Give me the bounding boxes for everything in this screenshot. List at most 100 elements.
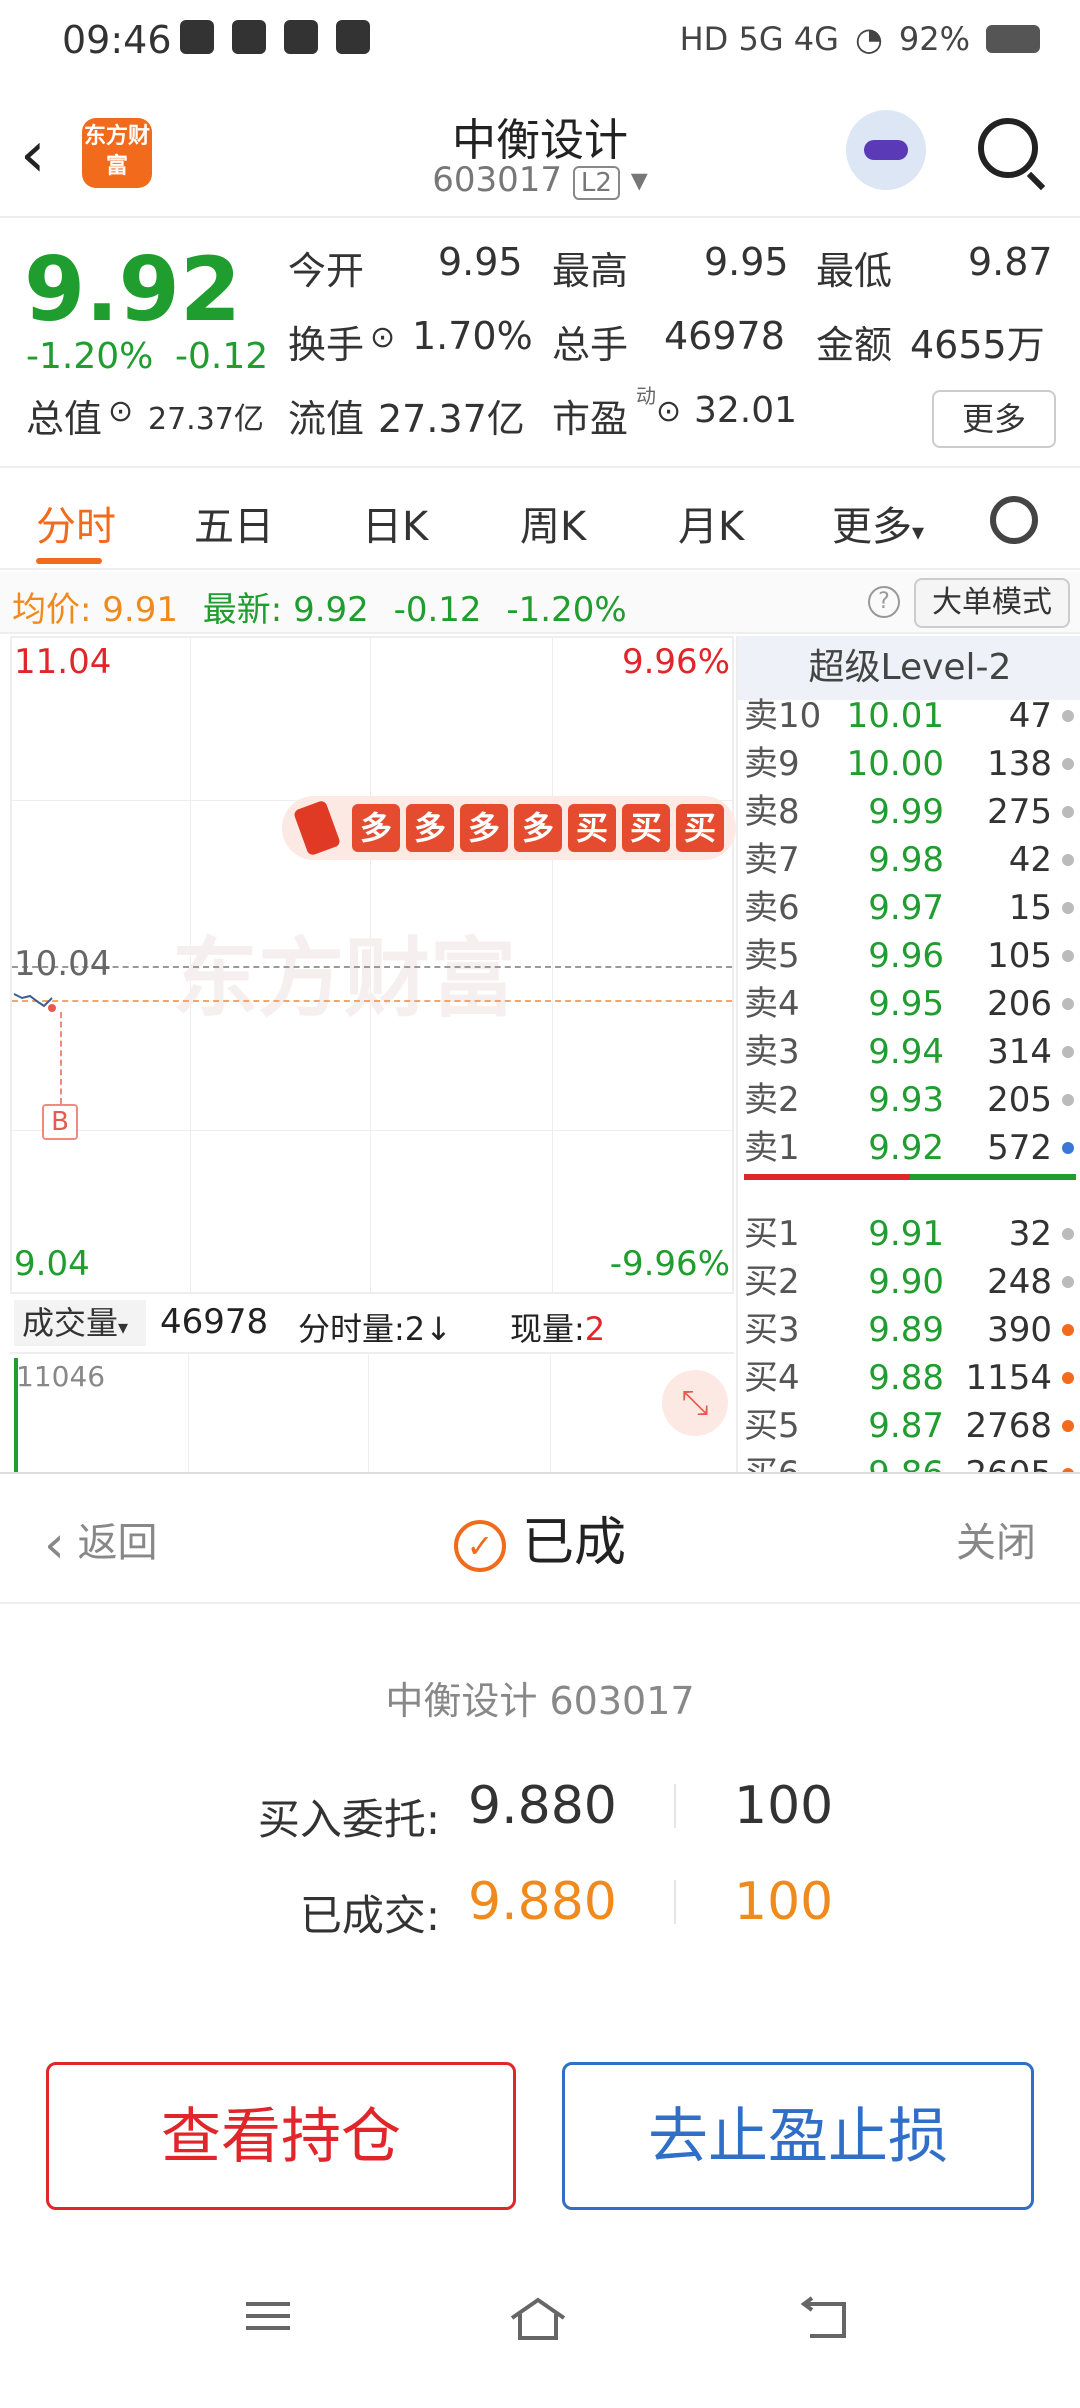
turnover-value: 1.70% <box>412 314 533 358</box>
ask-volume: 275 <box>987 792 1052 832</box>
order-dot <box>1062 1046 1074 1058</box>
dialog-title-text: 已成 <box>521 1513 626 1573</box>
bid-row[interactable]: 买2 9.90 248 <box>744 1258 1076 1306</box>
ask-level: 卖5 <box>744 936 800 976</box>
app-icon <box>180 20 214 54</box>
menu-icon[interactable] <box>244 2296 294 2336</box>
dialog-stock: 中衡设计 603017 <box>385 1679 695 1723</box>
change-amount: -0.12 <box>175 336 269 377</box>
expand-icon[interactable]: ⤡ <box>662 1370 728 1436</box>
back-nav-icon[interactable] <box>800 2296 850 2340</box>
stock-code: 603017 <box>432 160 563 200</box>
intraday-chart[interactable]: 东方财富 11.04 9.96% 10.04 B 多 多 多 多 买 买 买 9… <box>10 636 736 1294</box>
info-icon[interactable]: ⊙ <box>108 394 133 429</box>
prev-close-price: 10.04 <box>14 944 112 984</box>
pe-label: 市盈 <box>552 397 629 441</box>
quote-panel: 9.92 -1.20% -0.12 今开 9.95 最高 9.95 最低 9.8… <box>0 218 1080 468</box>
info-icon[interactable]: ⊙ <box>656 394 681 429</box>
ask-row[interactable]: 卖4 9.95 206 <box>744 980 1076 1028</box>
gear-icon[interactable] <box>990 496 1038 544</box>
network-indicator: HD 5G 4G <box>679 20 839 58</box>
info-icon[interactable]: ⊙ <box>370 320 395 355</box>
divider <box>674 1880 676 1924</box>
ask-row[interactable]: 卖5 9.96 105 <box>744 932 1076 980</box>
ask-row[interactable]: 卖2 9.93 205 <box>744 1076 1076 1124</box>
tab-daily-k[interactable]: 日K <box>362 494 428 552</box>
latest-percent: -1.20% <box>506 590 627 630</box>
order-result-dialog: ‹ 返回 ✓ 已成 关闭 中衡设计 603017 买入委托: 9.880 100 … <box>0 1472 1080 2408</box>
y-min-price: 9.04 <box>14 1244 90 1284</box>
app-icon <box>336 20 370 54</box>
ask-row[interactable]: 卖8 9.99 275 <box>744 788 1076 836</box>
banner-char: 多 <box>406 804 454 852</box>
firecracker-icon <box>292 799 342 857</box>
big-order-mode-button[interactable]: 大单模式 <box>914 578 1070 628</box>
y-max-price: 11.04 <box>14 642 112 682</box>
robot-assistant-avatar[interactable] <box>846 110 926 190</box>
tab-weekly-k[interactable]: 周K <box>520 494 586 552</box>
pe-dynamic-mark: 动 <box>636 384 656 408</box>
tab-5day[interactable]: 五日 <box>194 494 274 552</box>
bid-row[interactable]: 买1 9.91 32 <box>744 1210 1076 1258</box>
active-tab-indicator <box>36 558 102 564</box>
view-position-button[interactable]: 查看持仓 <box>46 2062 516 2210</box>
tab-intraday[interactable]: 分时 <box>36 494 116 552</box>
bid-row[interactable]: 买5 9.87 2768 <box>744 1402 1076 1450</box>
ask-row[interactable]: 卖1 9.92 572 <box>744 1124 1076 1172</box>
ask-volume: 105 <box>987 936 1052 976</box>
volume-header: 成交量▾ 46978 分时量:2↓ 现量:2 <box>10 1294 734 1354</box>
promo-banner[interactable]: 多 多 多 多 买 买 买 <box>282 796 736 860</box>
bid-row[interactable]: 买4 9.88 1154 <box>744 1354 1076 1402</box>
y-max-percent: 9.96% <box>621 642 730 682</box>
ask-row[interactable]: 卖6 9.97 15 <box>744 884 1076 932</box>
order-quantity: 100 <box>734 1776 834 1836</box>
banner-char: 多 <box>352 804 400 852</box>
tab-monthly-k[interactable]: 月K <box>678 494 744 552</box>
ask-level: 卖4 <box>744 984 800 1024</box>
order-dot <box>1062 902 1074 914</box>
ask-level: 卖6 <box>744 888 800 928</box>
ask-row[interactable]: 卖9 10.00 138 <box>744 740 1076 788</box>
order-dot <box>1062 1276 1074 1288</box>
volume-total: 46978 <box>160 1302 269 1342</box>
ask-row[interactable]: 卖7 9.98 42 <box>744 836 1076 884</box>
ask-price: 9.93 <box>868 1080 944 1120</box>
bid-price: 9.91 <box>868 1214 944 1254</box>
bid-price: 9.89 <box>868 1310 944 1350</box>
bid-volume: 2768 <box>965 1406 1052 1446</box>
volume-chart[interactable]: 11046 ⤡ <box>10 1354 734 1472</box>
search-icon[interactable] <box>978 118 1038 178</box>
more-quote-button[interactable]: 更多 <box>932 390 1056 448</box>
order-dot <box>1062 758 1074 770</box>
stop-loss-button[interactable]: 去止盈止损 <box>562 2062 1034 2210</box>
low-label: 最低 <box>816 249 893 293</box>
order-dot <box>1062 1324 1074 1336</box>
change-percent: -1.20% <box>26 336 154 377</box>
bid-price: 9.88 <box>868 1358 944 1398</box>
tab-more[interactable]: 更多▾ <box>832 494 924 552</box>
ask-row[interactable]: 卖10 10.01 47 <box>744 692 1076 740</box>
dialog-title: ✓ 已成 <box>0 1500 1080 1575</box>
app-icon <box>232 20 266 54</box>
minute-volume: 分时量:2↓ <box>298 1310 452 1348</box>
grid-line <box>550 1354 551 1472</box>
notification-icons <box>180 20 370 54</box>
amount-value: 4655万 <box>910 323 1045 367</box>
ask-volume: 42 <box>1008 840 1052 880</box>
divider <box>0 1602 1080 1604</box>
status-right: HD 5G 4G ◔ 92% <box>680 20 1040 58</box>
home-icon[interactable] <box>508 2296 568 2342</box>
bid-ask-divider <box>744 1174 1076 1180</box>
ask-price: 9.96 <box>868 936 944 976</box>
bid-row[interactable]: 买3 9.89 390 <box>744 1306 1076 1354</box>
bid-volume: 390 <box>987 1310 1052 1350</box>
buy-marker[interactable]: B <box>42 1104 78 1140</box>
help-icon[interactable]: ? <box>868 586 900 618</box>
ask-row[interactable]: 卖3 9.94 314 <box>744 1028 1076 1076</box>
dropdown-arrow-icon: ▾ <box>630 160 648 200</box>
pe-value: 32.01 <box>694 390 798 431</box>
bid-price: 9.90 <box>868 1262 944 1302</box>
open-label: 今开 <box>288 249 365 293</box>
volume-indicator-select[interactable]: 成交量▾ <box>14 1300 146 1346</box>
dialog-close-button[interactable]: 关闭 <box>956 1510 1036 1568</box>
